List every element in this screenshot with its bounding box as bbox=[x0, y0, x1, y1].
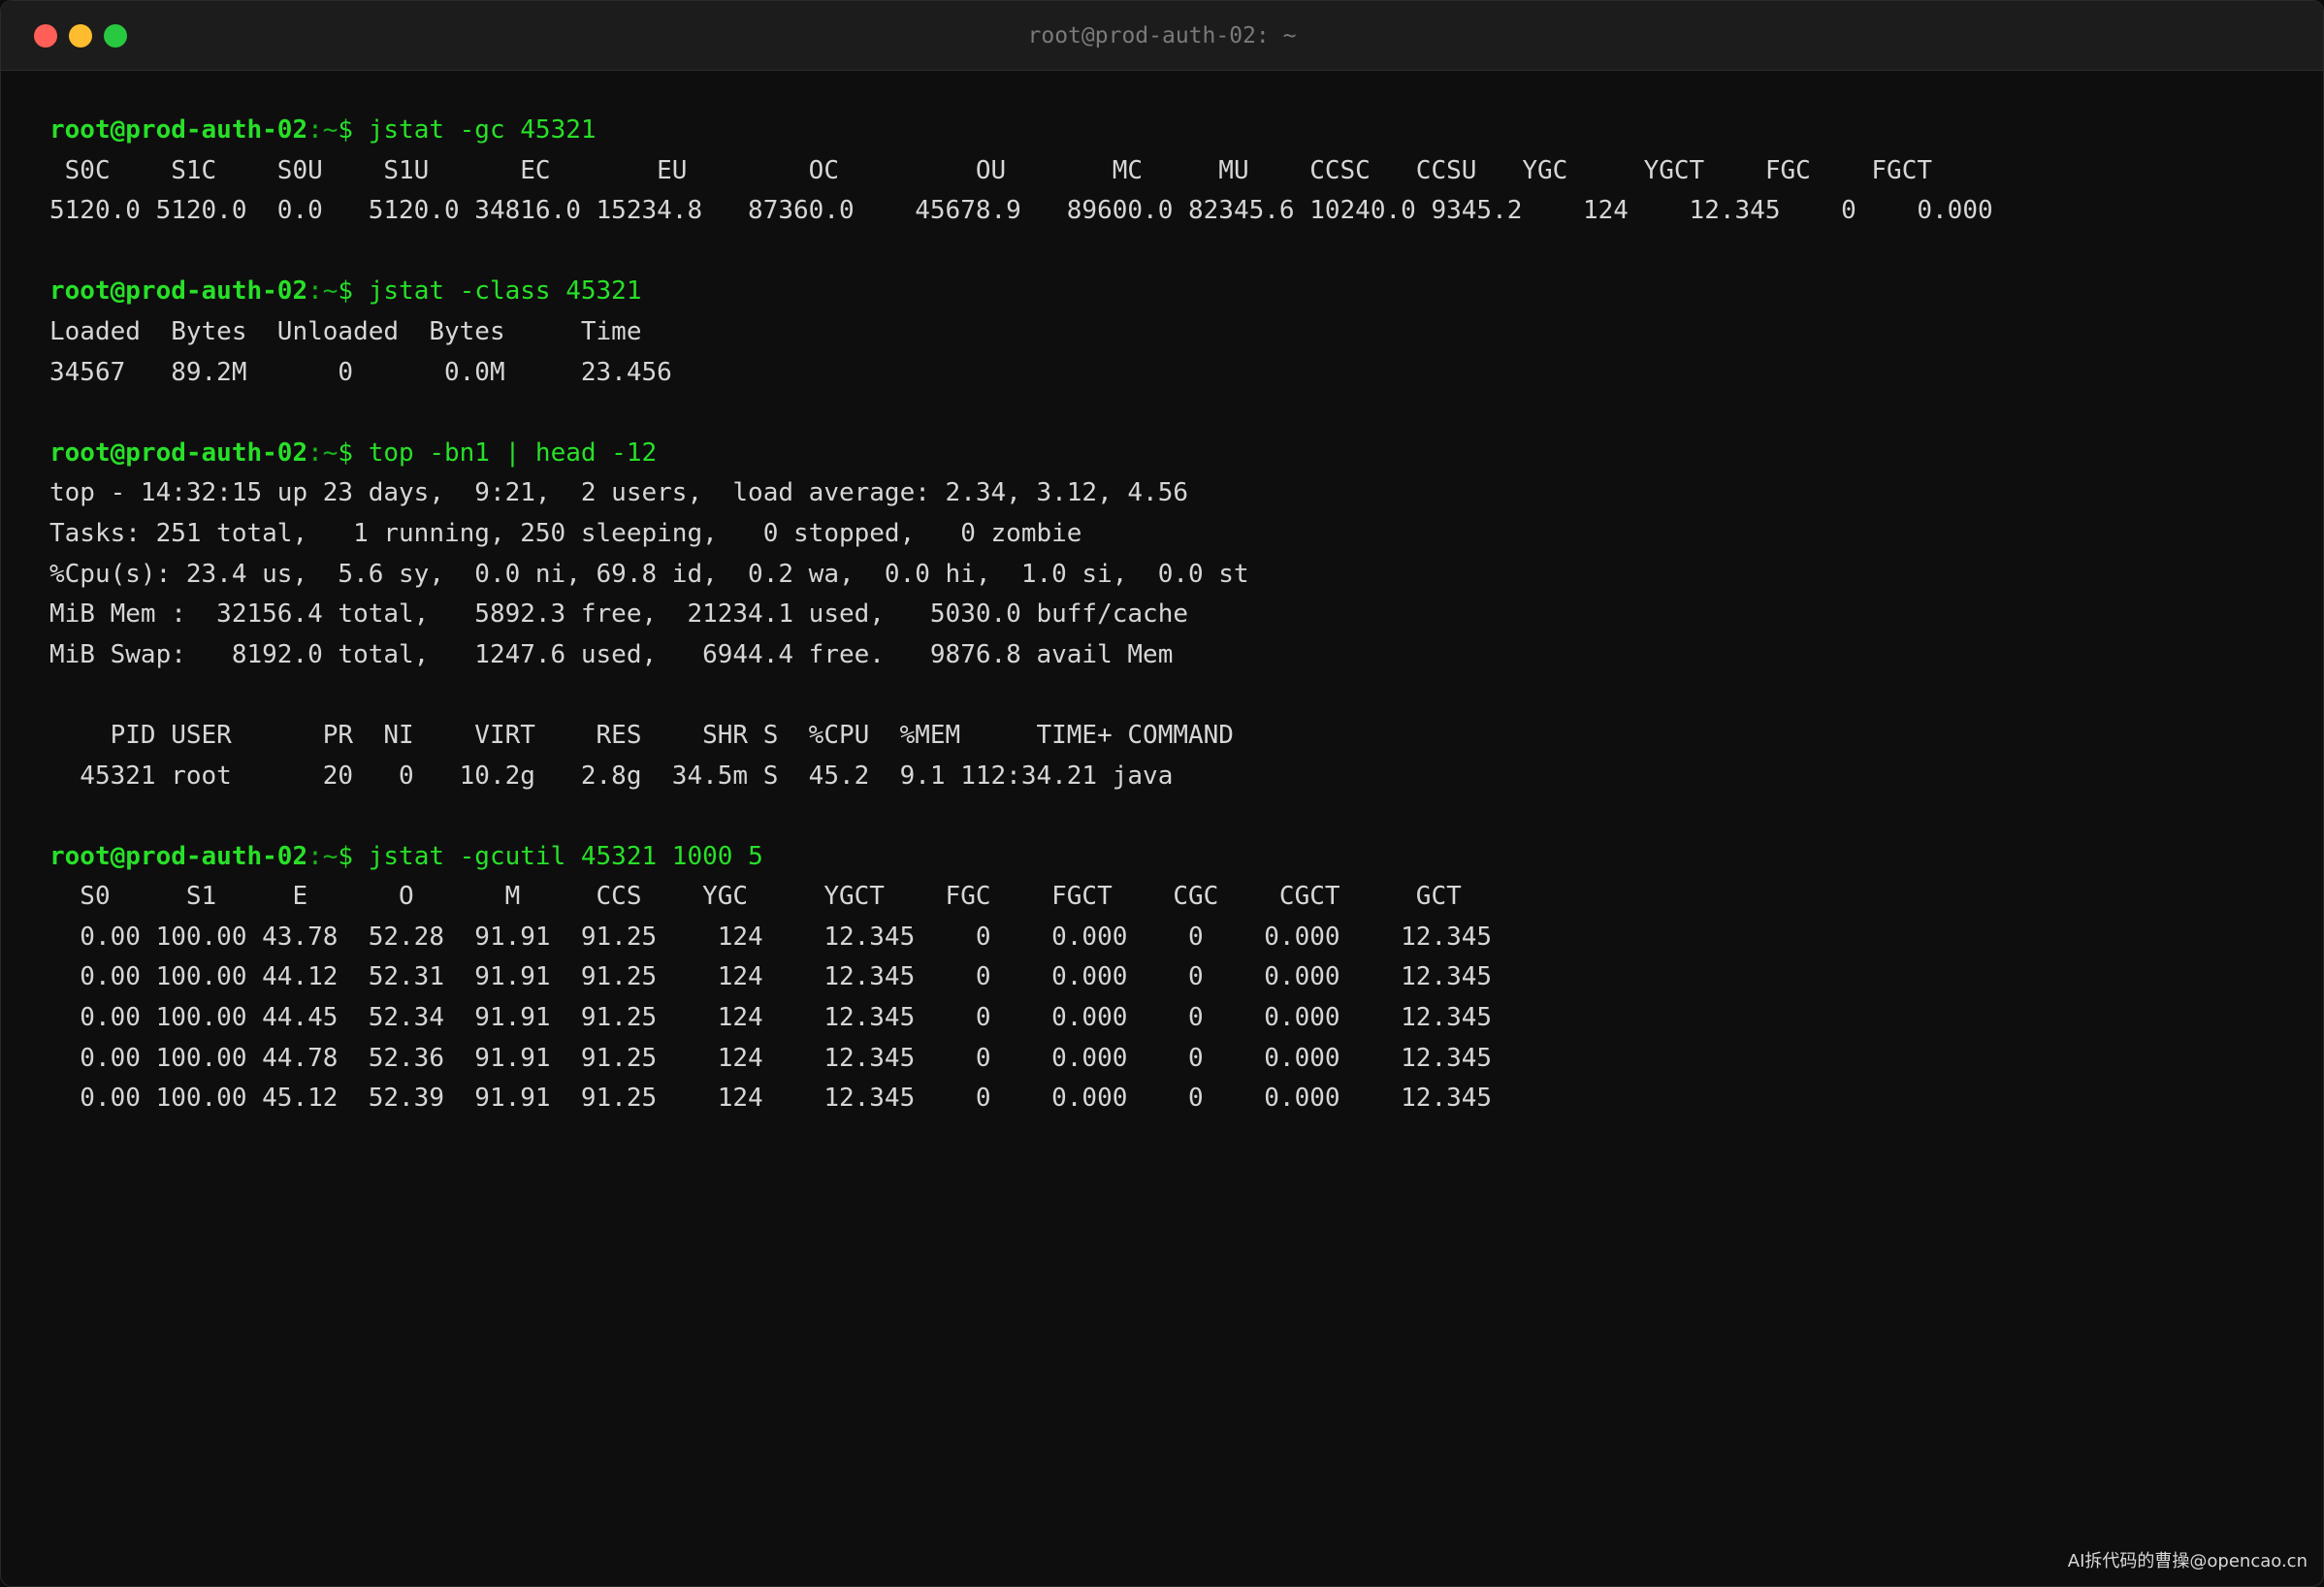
output-line: 45321 root 20 0 10.2g 2.8g 34.5m S 45.2 … bbox=[49, 761, 1174, 791]
prompt-path: :~ bbox=[307, 841, 339, 871]
prompt-symbol: $ bbox=[338, 437, 354, 468]
prompt-user-host: root@prod-auth-02 bbox=[49, 437, 308, 468]
output-line: Loaded Bytes Unloaded Bytes Time bbox=[49, 316, 642, 346]
output-line: top - 14:32:15 up 23 days, 9:21, 2 users… bbox=[49, 478, 1188, 508]
command-text: jstat -class 45321 bbox=[353, 276, 642, 307]
prompt-line: root@prod-auth-02:~$ top -bn1 | head -12 bbox=[49, 434, 2280, 474]
prompt-user-host: root@prod-auth-02 bbox=[49, 115, 308, 145]
prompt-user-host: root@prod-auth-02 bbox=[49, 276, 308, 307]
output-line: MiB Mem : 32156.4 total, 5892.3 free, 21… bbox=[49, 599, 1188, 630]
output-line: %Cpu(s): 23.4 us, 5.6 sy, 0.0 ni, 69.8 i… bbox=[49, 559, 1249, 589]
output-line: S0C S1C S0U S1U EC EU OC OU MC MU CCSC C… bbox=[49, 155, 1933, 185]
output-line: PID USER PR NI VIRT RES SHR S %CPU %MEM … bbox=[49, 720, 1234, 750]
prompt-line: root@prod-auth-02:~$ jstat -gc 45321 bbox=[49, 111, 2280, 151]
output-line: Tasks: 251 total, 1 running, 250 sleepin… bbox=[49, 518, 1082, 548]
output-line: 34567 89.2M 0 0.0M 23.456 bbox=[49, 357, 672, 387]
output-line: 0.00 100.00 43.78 52.28 91.91 91.25 124 … bbox=[49, 922, 1493, 952]
title-bar[interactable]: root@prod-auth-02: ~ bbox=[1, 1, 2323, 71]
output-line: S0 S1 E O M CCS YGC YGCT FGC FGCT CGC CG… bbox=[49, 882, 1462, 912]
output-line: 0.00 100.00 44.12 52.31 91.91 91.25 124 … bbox=[49, 962, 1493, 992]
output-line: 5120.0 5120.0 0.0 5120.0 34816.0 15234.8… bbox=[49, 196, 1993, 226]
prompt-symbol: $ bbox=[338, 841, 354, 871]
prompt-path: :~ bbox=[307, 437, 339, 468]
prompt-line: root@prod-auth-02:~$ jstat -class 45321 bbox=[49, 272, 2280, 312]
watermark: AI拆代码的曹操@opencao.cn bbox=[2067, 1551, 2308, 1571]
prompt-path: :~ bbox=[307, 276, 339, 307]
prompt-symbol: $ bbox=[338, 115, 354, 145]
prompt-path: :~ bbox=[307, 115, 339, 145]
window-title: root@prod-auth-02: ~ bbox=[1027, 23, 1297, 49]
output-line: 0.00 100.00 45.12 52.39 91.91 91.25 124 … bbox=[49, 1084, 1493, 1114]
command-text: top -bn1 | head -12 bbox=[353, 437, 658, 468]
prompt-user-host: root@prod-auth-02 bbox=[49, 841, 308, 871]
terminal-window: root@prod-auth-02: ~ root@prod-auth-02:~… bbox=[0, 0, 2324, 1587]
output-line: 0.00 100.00 44.45 52.34 91.91 91.25 124 … bbox=[49, 1003, 1493, 1033]
prompt-symbol: $ bbox=[338, 276, 354, 307]
prompt-line: root@prod-auth-02:~$ jstat -gcutil 45321… bbox=[49, 837, 2280, 878]
terminal-output[interactable]: root@prod-auth-02:~$ jstat -gc 45321 S0C… bbox=[49, 111, 2280, 1119]
command-text: jstat -gc 45321 bbox=[353, 115, 597, 145]
command-text: jstat -gcutil 45321 1000 5 bbox=[353, 841, 763, 871]
output-line: 0.00 100.00 44.78 52.36 91.91 91.25 124 … bbox=[49, 1043, 1493, 1073]
output-line: MiB Swap: 8192.0 total, 1247.6 used, 694… bbox=[49, 639, 1174, 669]
